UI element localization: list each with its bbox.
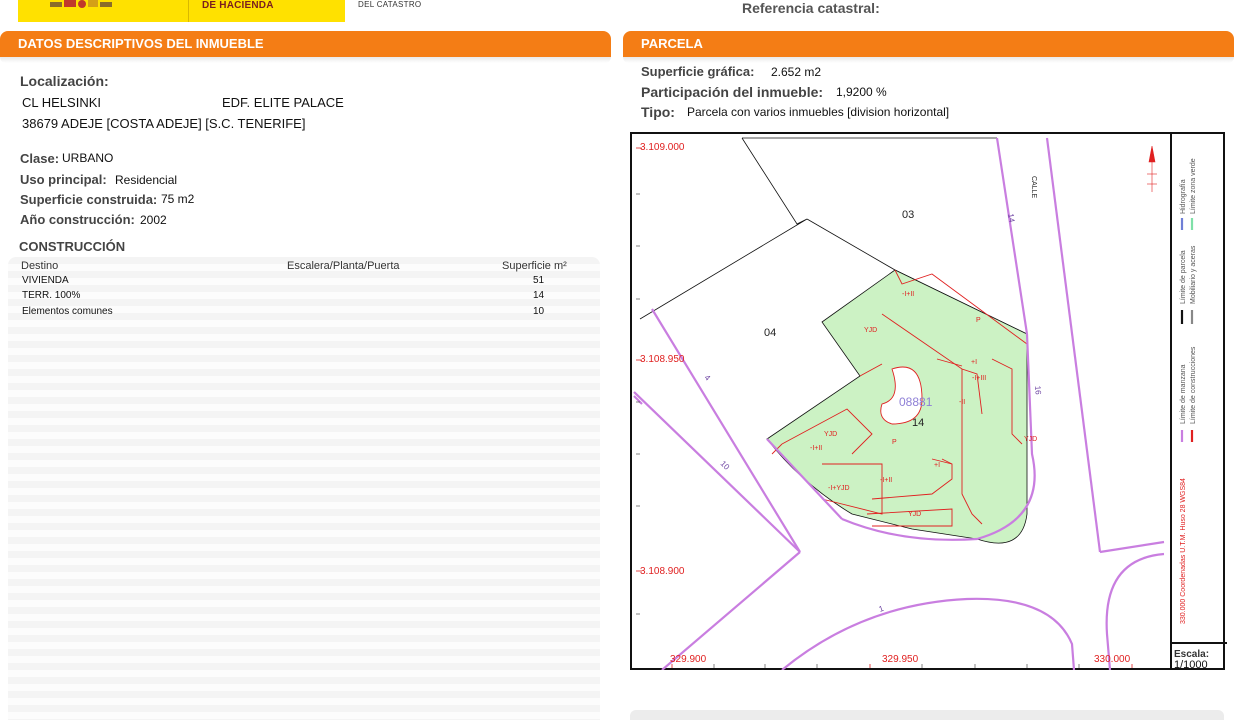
building-label: +I — [934, 462, 940, 469]
legend-item: Mobiliario y aceras — [1190, 245, 1197, 304]
city-value: 38679 ADEJE [COSTA ADEJE] [S.C. TENERIFE… — [22, 116, 306, 131]
x-coord-label: 329.950 — [882, 654, 919, 665]
building-label: YJD — [864, 327, 877, 334]
building-label: -I+II — [880, 477, 892, 484]
building-label: P — [976, 317, 981, 324]
row-destino: Elementos comunes — [22, 306, 113, 317]
org-name-line1: DE HACIENDA — [202, 0, 274, 11]
parcela-bar-shadow — [623, 57, 1234, 63]
street-number-label: 16 — [1033, 385, 1043, 395]
col-header-superficie: Superficie m² — [502, 260, 567, 272]
parcela-section-title: PARCELA — [641, 36, 703, 51]
table-row: TERR. 100% 14 — [8, 289, 600, 304]
clase-label: Clase: — [20, 151, 60, 166]
logo-divider — [188, 0, 189, 22]
uso-value: Residencial — [115, 173, 178, 187]
building-label: -I+II — [902, 291, 914, 298]
table-row: VIVIENDA 51 — [8, 274, 600, 289]
street-number-label: 10 — [719, 459, 732, 472]
datos-bar-shadow — [0, 57, 611, 63]
row-superficie: 10 — [533, 306, 545, 317]
building-label: -II — [959, 399, 965, 406]
y-coord-label: 3.108.900 — [640, 566, 685, 577]
superficie-grafica-label: Superficie gráfica: — [641, 64, 755, 79]
clase-value: URBANO — [62, 151, 114, 165]
datos-section-title: DATOS DESCRIPTIVOS DEL INMUEBLE — [18, 36, 264, 51]
building-label: YJD — [1024, 436, 1037, 443]
col-header-escalera: Escalera/Planta/Puerta — [287, 260, 400, 272]
uso-label: Uso principal: — [20, 172, 107, 187]
building-label: P — [892, 439, 897, 446]
row-destino: TERR. 100% — [22, 290, 81, 301]
participacion-label: Participación del inmueble: — [641, 84, 824, 100]
street-number-label: 4 — [703, 373, 713, 383]
row-superficie: 51 — [533, 275, 545, 286]
street-value: CL HELSINKI — [22, 95, 101, 110]
north-arrow-icon — [1147, 145, 1157, 192]
legend-item: Límite de manzana — [1180, 364, 1187, 424]
row-destino: VIVIENDA — [22, 275, 69, 286]
parcel-label: 04 — [764, 327, 776, 339]
street-number-label: 1 — [878, 604, 886, 614]
legend-item: Límite de construcciones — [1190, 346, 1197, 424]
coord-system-note: 330.000 Coordenadas U.T.M. Huso 28 WGS84 — [1180, 478, 1187, 624]
org-name-line2: DEL CATASTRO — [358, 0, 422, 9]
building-label: -I+II — [810, 445, 822, 452]
cadastral-map[interactable]: 3.109.000 3.108.950 3.108.900 329.900 32… — [630, 132, 1227, 671]
street-name-label: CALLE — [1030, 176, 1037, 199]
building-label: YJD — [824, 431, 837, 438]
participacion-value: 1,9200 % — [836, 85, 887, 99]
legend-item: Límite de parcela — [1180, 250, 1187, 304]
scale-divider — [1172, 642, 1227, 644]
reference-label: Referencia catastral: — [742, 0, 880, 16]
scale-value: 1/1000 — [1174, 659, 1208, 671]
anio-value: 2002 — [140, 213, 167, 227]
y-coord-label: 3.108.950 — [640, 354, 685, 365]
building-value: EDF. ELITE PALACE — [222, 95, 344, 110]
parcel-label: 03 — [902, 209, 914, 221]
col-header-destino: Destino — [21, 260, 59, 272]
row-superficie: 14 — [533, 290, 545, 301]
bottom-panel — [630, 710, 1224, 720]
datos-section-header: DATOS DESCRIPTIVOS DEL INMUEBLE — [0, 31, 611, 57]
construccion-table: Destino Escalera/Planta/Puerta Superfici… — [8, 257, 600, 720]
parcel-boundaries — [639, 137, 1028, 335]
parcela-section-header: PARCELA — [623, 31, 1234, 57]
superficie-grafica-value: 2.652 m2 — [771, 65, 822, 79]
localizacion-label: Localización: — [20, 73, 109, 89]
building-label: -I+III — [972, 375, 986, 382]
construccion-title: CONSTRUCCIÓN — [19, 239, 126, 254]
superficie-construida-value: 75 m2 — [161, 192, 195, 206]
parcel-label: 14 — [912, 417, 924, 429]
tipo-value: Parcela con varios inmuebles [division h… — [687, 105, 950, 119]
y-coord-label: 3.109.000 — [640, 142, 685, 153]
building-label: YJD — [908, 511, 921, 518]
x-coord-label: 330.000 — [1094, 654, 1131, 665]
coat-of-arms-icon — [50, 0, 112, 8]
superficie-construida-label: Superficie construida: — [20, 192, 158, 207]
parcel-ref-label: 08881 — [899, 395, 933, 409]
legend-item: Límite zona verde — [1190, 158, 1197, 214]
logo-block — [18, 0, 345, 22]
building-label: +I — [971, 359, 977, 366]
x-coord-label: 329.900 — [670, 654, 707, 665]
legend-item: Hidrografía — [1180, 179, 1187, 214]
building-label: -I+YJD — [828, 485, 850, 492]
street-number-label: 14 — [1006, 213, 1017, 224]
table-row: Elementos comunes 10 — [8, 305, 600, 320]
tipo-label: Tipo: — [641, 104, 675, 120]
map-canvas: 3.109.000 3.108.950 3.108.900 329.900 32… — [633, 137, 1165, 670]
anio-label: Año construcción: — [20, 212, 135, 227]
map-legend: Límite de manzana Límite de parcela Hidr… — [1180, 158, 1197, 624]
